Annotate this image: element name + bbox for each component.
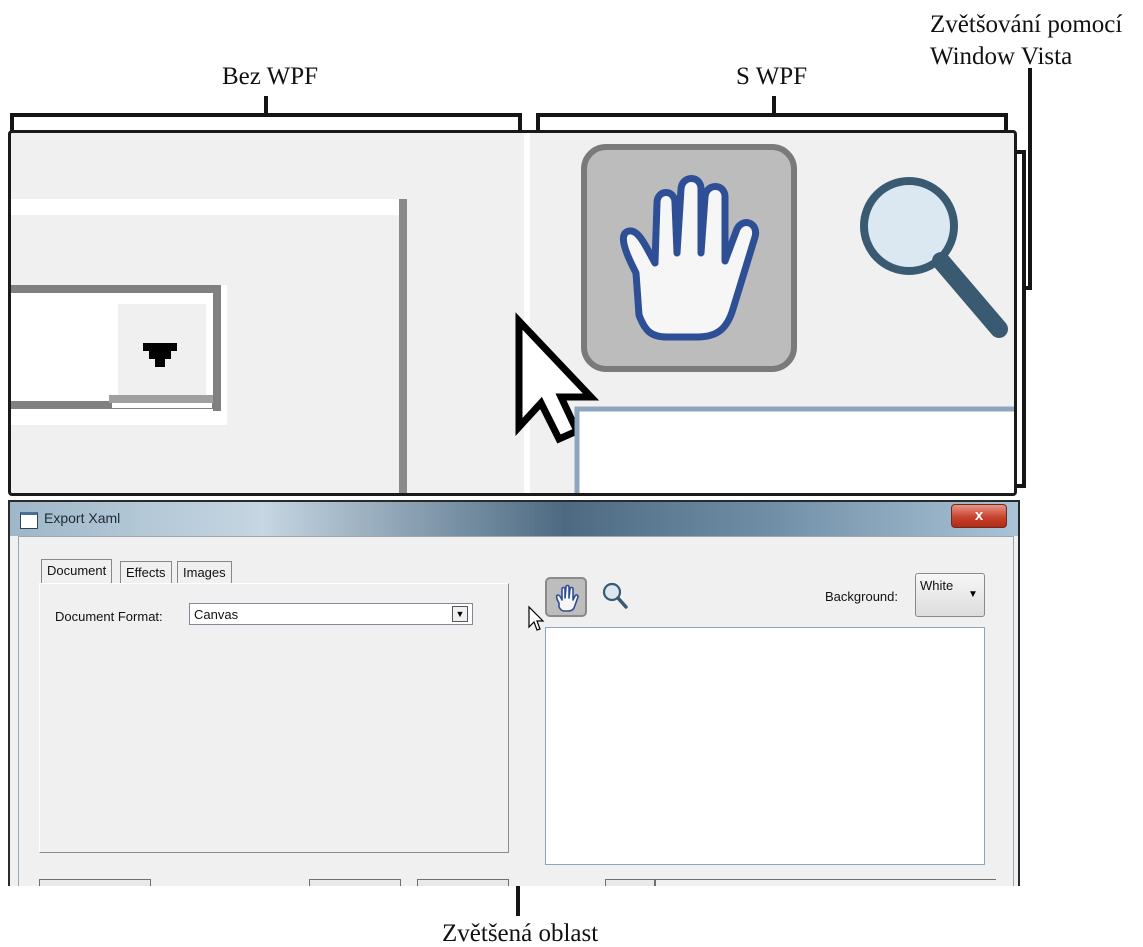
title-bar[interactable]: Export Xaml x: [10, 502, 1018, 536]
preview-area[interactable]: [545, 627, 985, 865]
mouse-cursor-icon: [528, 605, 545, 631]
export-xaml-window: Export Xaml x Document Effects Images Do…: [8, 500, 1020, 886]
dropdown-arrow-icon[interactable]: ▼: [452, 606, 468, 622]
hand-tool-button[interactable]: [545, 577, 587, 617]
bottom-button-3[interactable]: [417, 879, 509, 886]
window-body: Document Effects Images Document Format:…: [18, 536, 1014, 886]
bottom-button-4[interactable]: [605, 879, 655, 886]
pixel-combo-border-right: [213, 285, 221, 411]
bottom-button-2[interactable]: [309, 879, 401, 886]
zoomed-view: [8, 130, 1017, 496]
bottom-button-1[interactable]: [39, 879, 151, 886]
bottom-field[interactable]: [655, 879, 996, 886]
document-format-combo[interactable]: Canvas ▼: [189, 603, 473, 625]
tab-images[interactable]: Images: [177, 561, 232, 583]
background-label: Background:: [825, 589, 898, 604]
pixel-combo-border-top: [11, 285, 221, 293]
window-icon: [20, 512, 38, 529]
document-format-value: Canvas: [194, 607, 239, 622]
pixel-panel-edge: [399, 199, 407, 493]
background-value: White: [920, 578, 954, 593]
pixel-panel: [11, 199, 405, 215]
window-title: Export Xaml: [44, 510, 121, 526]
tab-document[interactable]: Document: [41, 559, 113, 583]
hand-icon: [555, 584, 579, 612]
zoomed-view-art: [11, 133, 1014, 493]
close-button[interactable]: x: [951, 504, 1007, 528]
smooth-preview-box: [574, 406, 1014, 493]
zoom-divider: [524, 133, 530, 493]
chevron-down-icon: ▼: [968, 589, 978, 600]
background-combo[interactable]: White ▼: [915, 573, 985, 617]
magnifier-icon[interactable]: [599, 579, 631, 613]
document-format-label: Document Format:: [55, 609, 163, 624]
tab-effects[interactable]: Effects: [120, 561, 172, 583]
